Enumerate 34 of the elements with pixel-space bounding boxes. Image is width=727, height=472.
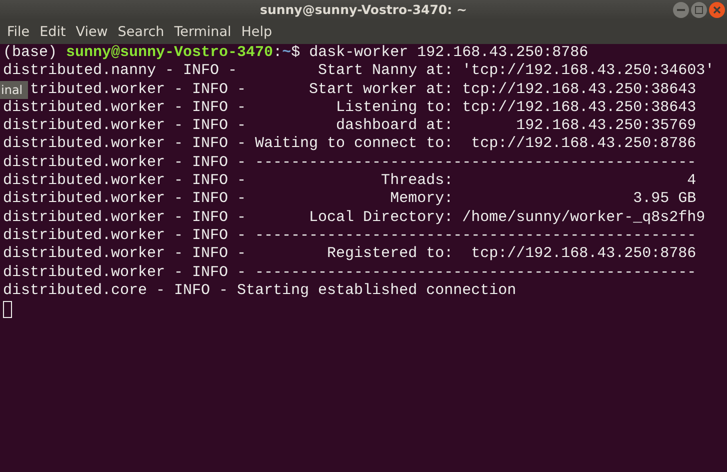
terminal-line: distributed.worker - INFO - ------------------------------------------------- xyxy=(3,154,696,172)
menu-item[interactable]: View xyxy=(70,20,113,44)
prompt-path: ~ xyxy=(282,44,292,62)
command-text: dask-worker 192.168.43.250:8786 xyxy=(309,44,588,62)
close-icon xyxy=(713,6,721,14)
terminal-line: distributed.worker - INFO - Waiting to connect to: tcp://192.168.43.250:8786 xyxy=(3,135,696,154)
terminal-line: distributed.nanny - INFO - Start Nanny at: 'tcp://192.168.43.250:34603' xyxy=(3,62,714,81)
terminal-line: distributed.worker - INFO - Local Directory: /home/sunny/worker-_q8s2fh9 xyxy=(3,208,706,227)
tooltip: inal xyxy=(0,81,28,99)
terminal-line: tributed.worker - INFO - Start worker at: tcp://192.168.43.250:38643 xyxy=(30,80,696,99)
prompt-env: (base) xyxy=(3,44,58,62)
menu-item[interactable]: Search xyxy=(112,20,170,44)
prompt-separator: : xyxy=(273,44,282,62)
minimize-button[interactable] xyxy=(673,2,689,18)
prompt-symbol: $ xyxy=(291,44,300,62)
terminal-line: distributed.worker - INFO - Threads: 4 xyxy=(3,172,696,190)
terminal-line: distributed.worker - INFO - Registered to: tcp://192.168.43.250:8786 xyxy=(3,245,696,264)
terminal-line: distributed.worker - INFO - Memory: 3.95 GB xyxy=(3,190,696,209)
maximize-icon xyxy=(695,6,703,14)
terminal-line: distributed.worker - INFO - ------------------------------------------------- xyxy=(3,226,696,246)
terminal-line: distributed.worker - INFO - dashboard at: 192.168.43.250:35769 xyxy=(3,117,696,136)
menu-item[interactable]: Edit xyxy=(34,20,71,44)
window-title: sunny@sunny-Vostro-3470: ~ xyxy=(260,1,467,19)
menu-item[interactable]: Terminal xyxy=(169,20,236,44)
minimize-icon xyxy=(677,9,685,11)
terminal-line: distributed.worker - INFO - ------------------------------------------------- xyxy=(3,264,696,282)
text-cursor xyxy=(3,301,12,318)
terminal-line: distributed.worker - INFO - Listening to: tcp://192.168.43.250:38643 xyxy=(3,98,696,118)
terminal-line: distributed.core - INFO - Starting established connection xyxy=(3,282,516,300)
prompt-user-host: sunny@sunny-Vostro-3470 xyxy=(66,44,274,62)
menu-item[interactable]: File xyxy=(2,20,35,44)
menu-item[interactable]: Help xyxy=(236,20,278,44)
close-button[interactable] xyxy=(709,2,725,18)
maximize-button[interactable] xyxy=(691,2,707,18)
